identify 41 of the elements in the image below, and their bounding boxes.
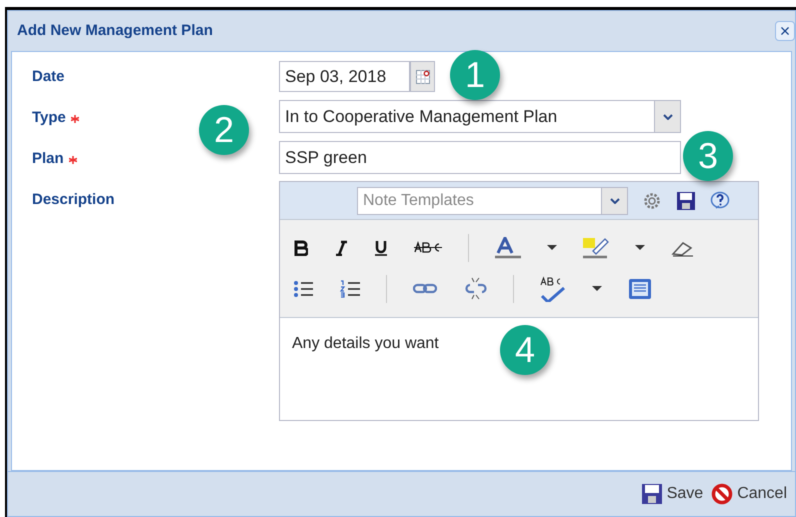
calendar-icon xyxy=(416,70,430,84)
template-dropdown[interactable]: Note Templates xyxy=(357,186,628,214)
strikethrough-icon[interactable] xyxy=(414,240,442,255)
caret-icon[interactable] xyxy=(547,245,557,250)
date-field[interactable]: Sep 03, 2018 xyxy=(279,61,410,92)
source-view-icon[interactable] xyxy=(628,278,652,300)
save-icon[interactable] xyxy=(676,190,696,210)
dropdown-field[interactable]: In to Cooperative Management Plan xyxy=(279,100,681,133)
field-label: Type xyxy=(32,108,66,128)
caret-icon[interactable] xyxy=(635,245,645,250)
underline-icon[interactable] xyxy=(374,240,388,256)
field-label: Description xyxy=(32,190,115,210)
editor-text[interactable]: Any details you want xyxy=(292,335,439,352)
highlight-icon[interactable] xyxy=(583,236,609,258)
help-icon[interactable] xyxy=(710,190,730,210)
caret-icon xyxy=(601,188,627,214)
text-field[interactable]: SSP green xyxy=(279,141,681,174)
caret-icon[interactable] xyxy=(592,286,602,291)
field-label: Date xyxy=(32,66,65,87)
font-color-icon[interactable] xyxy=(495,236,521,258)
bold-icon[interactable] xyxy=(294,240,308,256)
unlink-icon[interactable] xyxy=(463,277,487,300)
caret-icon xyxy=(654,101,680,132)
placeholder: Note Templates xyxy=(362,190,475,210)
dropdown-value: In to Cooperative Management Plan xyxy=(284,106,558,128)
bulleted-list-icon[interactable] xyxy=(294,280,314,298)
cancel-icon xyxy=(711,483,734,505)
save-button[interactable]: Save xyxy=(640,482,704,506)
field-label: Plan xyxy=(32,149,64,170)
close-button[interactable]: × xyxy=(775,21,795,41)
settings-icon[interactable] xyxy=(642,190,662,210)
cancel-button[interactable]: Cancel xyxy=(711,482,787,506)
calendar-button[interactable] xyxy=(410,61,435,92)
required-icon xyxy=(68,156,77,164)
link-icon[interactable] xyxy=(413,282,437,295)
spellcheck-icon[interactable] xyxy=(540,276,566,302)
required-icon xyxy=(70,114,79,122)
numbered-list-icon[interactable] xyxy=(340,280,360,298)
save-icon xyxy=(640,483,663,505)
dialog-title: Add New Management Plan xyxy=(17,20,213,41)
italic-icon[interactable] xyxy=(334,240,348,256)
